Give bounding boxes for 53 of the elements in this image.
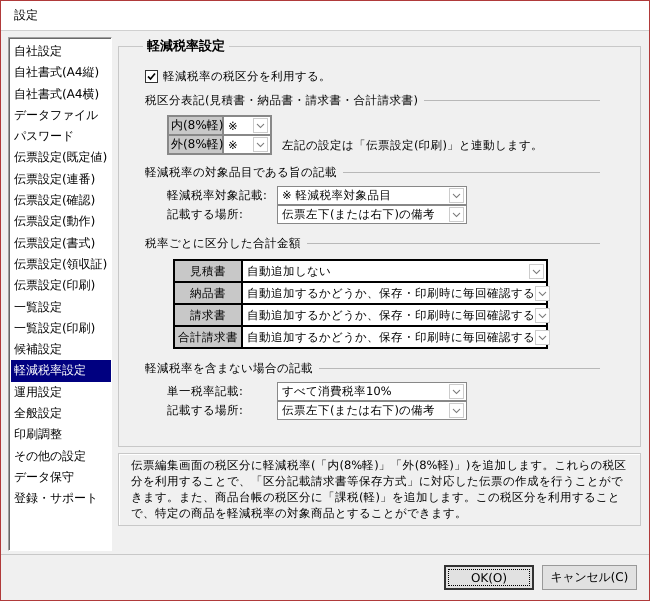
document-type: 請求書 <box>174 304 242 326</box>
sidebar-item[interactable]: 一覧設定 <box>11 296 111 318</box>
dropdown[interactable]: 自動追加するかどうか、保存・印刷時に毎回確認する <box>242 282 547 304</box>
note-text: 左記の設定は「伝票設定(印刷)」と連動します。 <box>282 138 543 153</box>
dropdown[interactable]: ※ <box>223 135 271 154</box>
field-label: 記載する場所: <box>167 207 244 222</box>
dropdown[interactable]: ※ <box>223 116 271 135</box>
section-heading: 軽減税率を含まない場合の記載 <box>145 361 313 376</box>
sidebar-item[interactable]: データファイル <box>11 104 111 126</box>
dropdown[interactable]: 伝票左下(または右下)の備考 <box>277 401 467 420</box>
group-title: 軽減税率設定 <box>146 38 226 55</box>
sidebar-item[interactable]: 自社設定 <box>11 41 111 62</box>
sidebar-item[interactable]: 登録・サポート <box>11 488 111 510</box>
sidebar-item[interactable]: 自社書式(A4横) <box>11 84 111 105</box>
dropdown[interactable]: 自動追加しない <box>242 260 547 282</box>
sidebar-item[interactable]: 伝票設定(書式) <box>11 232 111 254</box>
sidebar-item[interactable]: 伝票設定(確認) <box>11 190 111 212</box>
ok-button[interactable]: OK(O) <box>444 565 534 590</box>
sidebar-item[interactable]: パスワード <box>11 126 111 148</box>
dropdown[interactable]: すべて消費税率10% <box>277 382 467 401</box>
field-label: 単一税率記載: <box>167 384 244 399</box>
field-label: 軽減税率対象記載: <box>167 188 268 203</box>
window-title: 設定 <box>14 7 38 24</box>
section-heading: 税率ごとに区分した合計金額 <box>145 236 301 251</box>
description-text: 伝票編集画面の税区分に軽減税率(「内(8%軽)」「外(8%軽)」)を追加します。これらの税区分を利用することで、「区分記載請求書等保存方式」に対応した伝票の作成を行うことができます。また、商品台帳の税区分に「課税(軽)」を追加します。この税区分を利用することで、特定の商品を軽減税率の対象商品とすることができます。 <box>118 453 641 526</box>
document-type: 合計請求書 <box>174 326 242 348</box>
sidebar-item[interactable]: 伝票設定(領収証) <box>11 254 111 276</box>
sidebar-item[interactable]: 一覧設定(印刷) <box>11 318 111 340</box>
field-label: 記載する場所: <box>167 403 244 418</box>
sidebar-item[interactable]: 自社書式(A4縦) <box>11 62 111 84</box>
sidebar-item[interactable]: 全般設定 <box>11 403 111 424</box>
sidebar-item[interactable]: その他の設定 <box>11 446 111 467</box>
dropdown[interactable]: 自動追加するかどうか、保存・印刷時に毎回確認する <box>242 304 547 326</box>
sidebar-item[interactable]: 候補設定 <box>11 339 111 360</box>
sidebar-item[interactable]: 伝票設定(連番) <box>11 168 111 190</box>
section-heading: 税区分表記(見積書・納品書・請求書・合計請求書) <box>145 93 418 108</box>
sidebar-item[interactable]: 運用設定 <box>11 382 111 404</box>
sidebar-item[interactable]: データ保守 <box>11 466 111 488</box>
row-label: 内(8%軽) <box>168 116 223 135</box>
row-label: 外(8%軽) <box>168 135 223 154</box>
sidebar-item[interactable]: 印刷調整 <box>11 424 111 446</box>
document-type: 納品書 <box>174 282 242 304</box>
document-type: 見積書 <box>174 260 242 282</box>
sidebar-item[interactable]: 軽減税率設定 <box>11 360 111 382</box>
checkbox-label: 軽減税率の税区分を利用する。 <box>163 68 331 84</box>
dropdown[interactable]: 伝票左下(または右下)の備考 <box>277 205 467 224</box>
cancel-button[interactable]: キャンセル(C) <box>542 565 637 590</box>
sidebar-item[interactable]: 伝票設定(既定値) <box>11 147 111 169</box>
dropdown[interactable]: ※ 軽減税率対象品目 <box>277 186 467 205</box>
section-heading: 軽減税率の対象品目である旨の記載 <box>145 165 337 180</box>
sidebar-item[interactable]: 伝票設定(動作) <box>11 211 111 233</box>
dropdown[interactable]: 自動追加するかどうか、保存・印刷時に毎回確認する <box>242 326 547 348</box>
sidebar-item[interactable]: 伝票設定(印刷) <box>11 275 111 297</box>
